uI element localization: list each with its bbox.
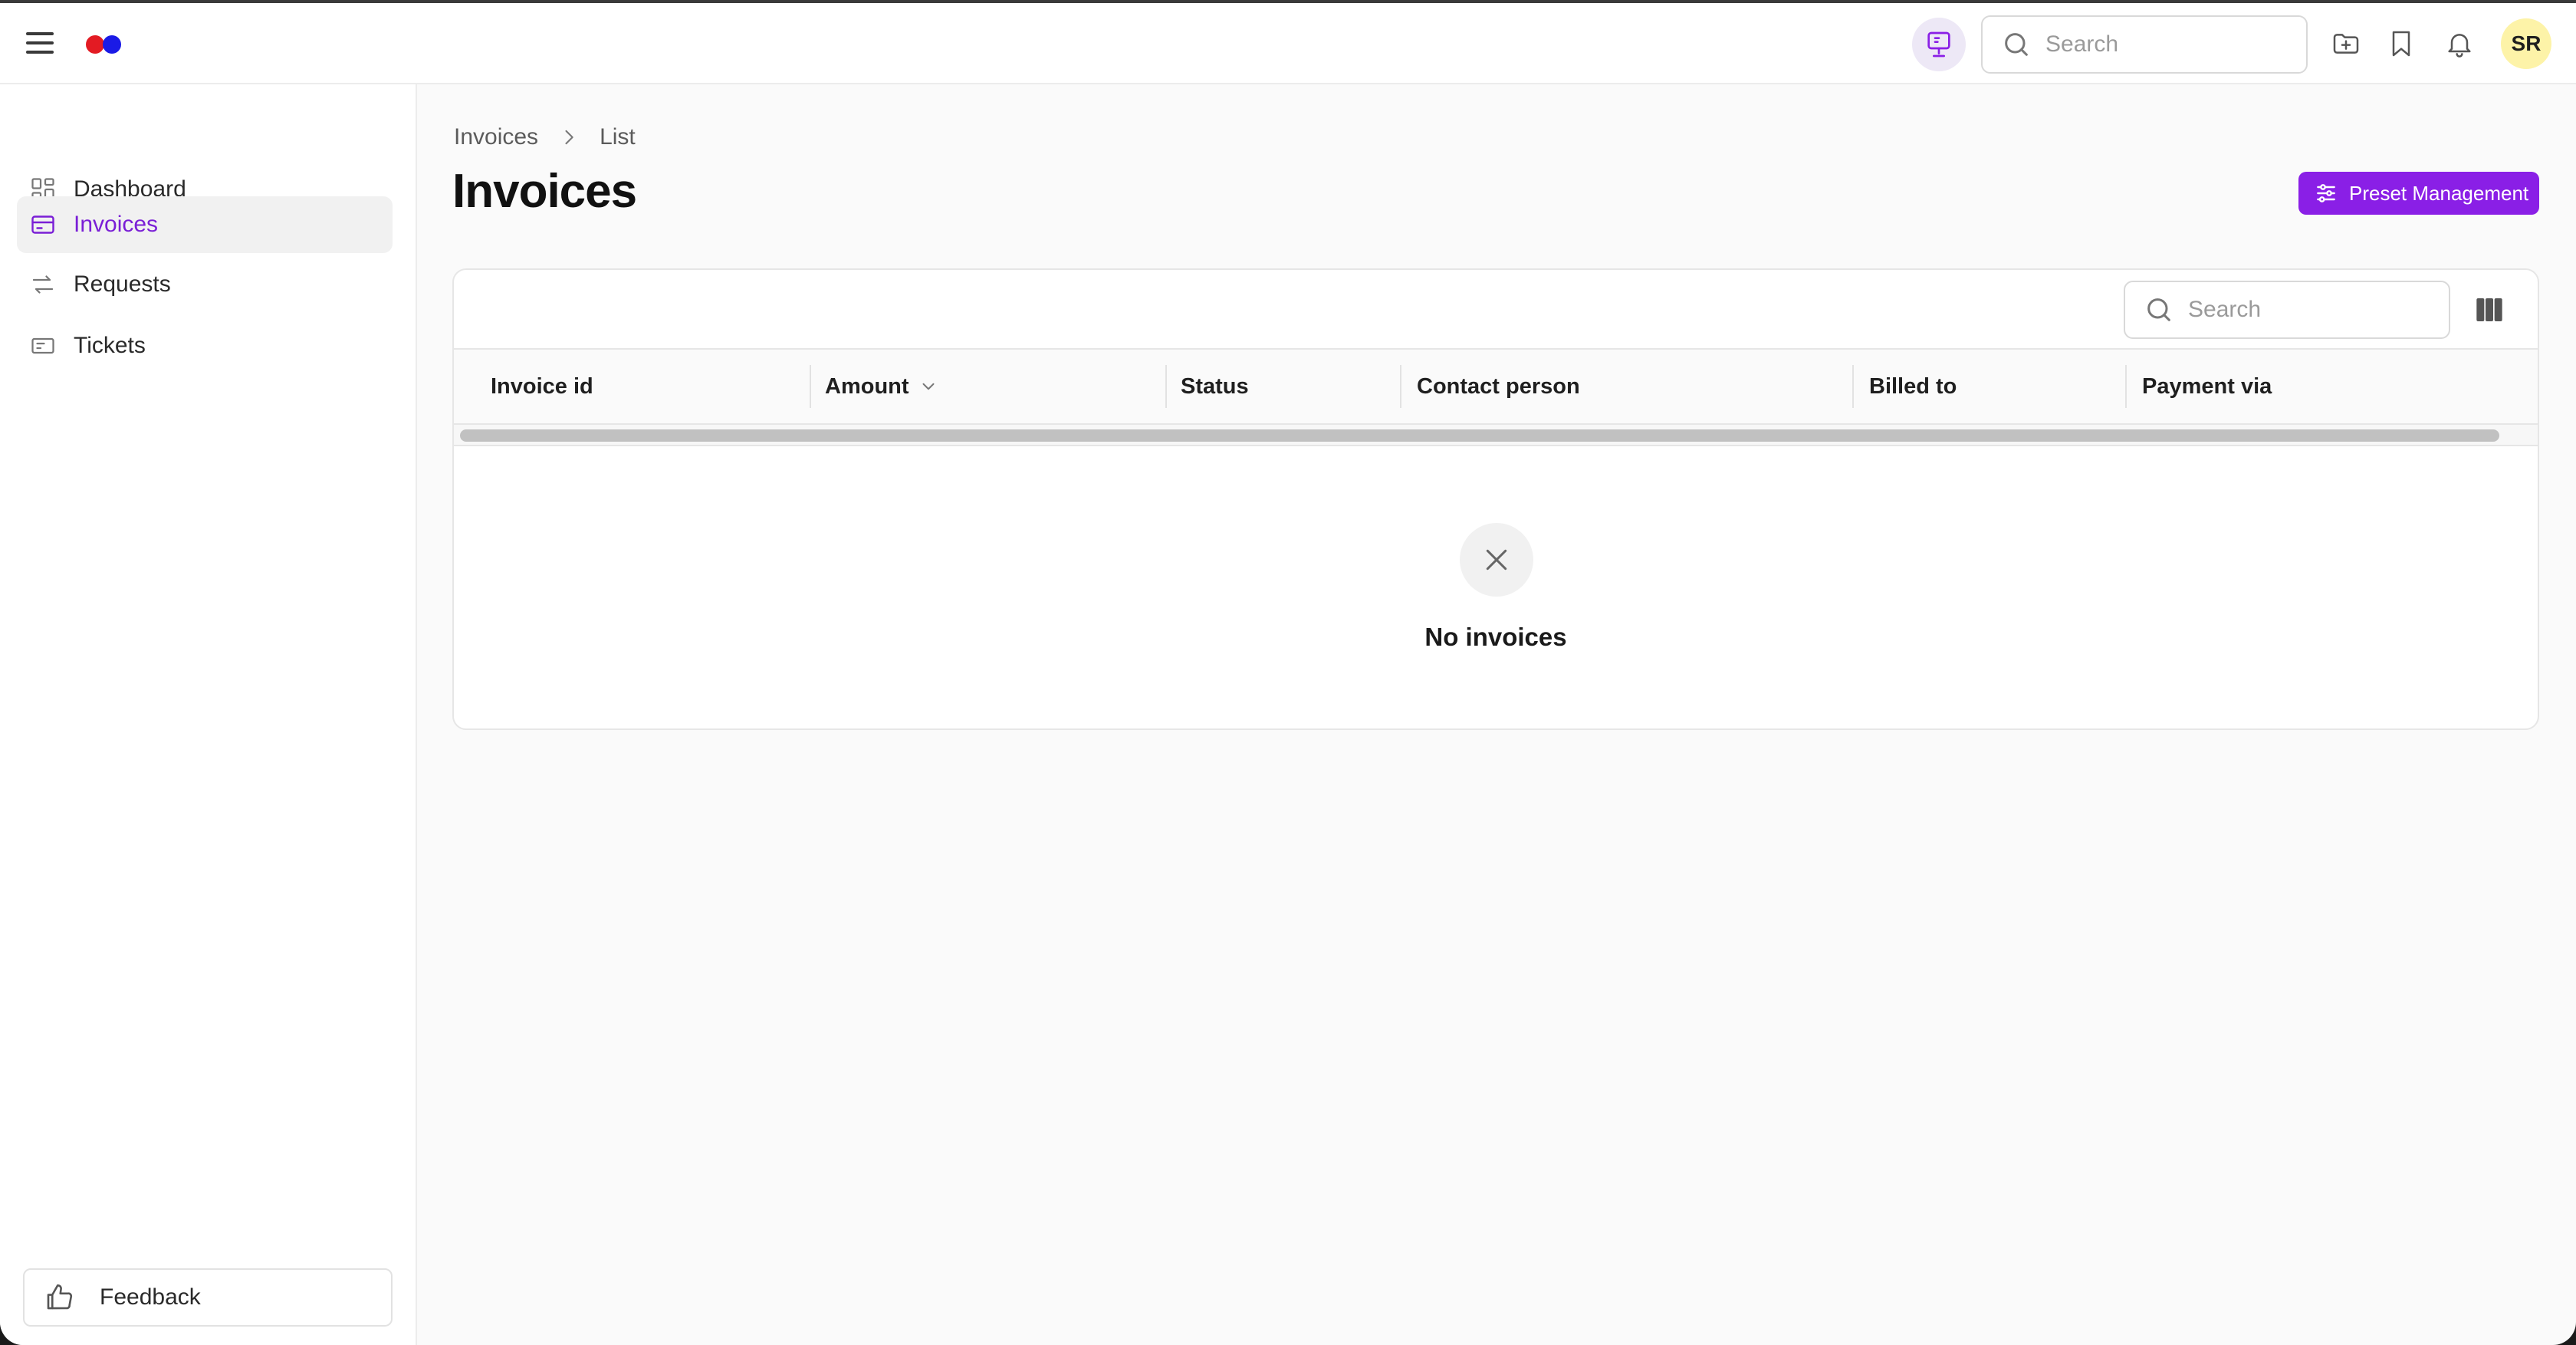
folder-add-icon[interactable] bbox=[2328, 25, 2364, 62]
sidebar-item-requests[interactable]: Requests bbox=[17, 256, 393, 313]
arrows-swap-icon bbox=[32, 275, 54, 294]
page-title: Invoices bbox=[452, 165, 637, 218]
feedback-label: Feedback bbox=[100, 1284, 201, 1310]
user-avatar[interactable]: SR bbox=[2501, 18, 2551, 69]
invoice-icon bbox=[31, 215, 54, 234]
chevron-down-icon[interactable] bbox=[918, 377, 938, 396]
feedback-button[interactable]: Feedback bbox=[23, 1268, 393, 1327]
column-header-label: Payment via bbox=[2142, 373, 2272, 399]
chevron-right-icon bbox=[565, 130, 573, 145]
sidebar-item-label: Invoices bbox=[74, 212, 159, 237]
table-search-input[interactable] bbox=[2188, 297, 2433, 323]
global-search-input[interactable] bbox=[2045, 31, 2291, 58]
empty-state-text: No invoices bbox=[1424, 623, 1567, 651]
ticket-icon bbox=[31, 337, 54, 354]
column-header-label: Amount bbox=[825, 373, 909, 399]
column-header-label: Status bbox=[1181, 373, 1249, 399]
preset-management-label: Preset Management bbox=[2349, 181, 2529, 205]
columns-icon[interactable] bbox=[2473, 294, 2505, 325]
column-header-billed-to[interactable]: Billed to bbox=[1852, 350, 1957, 423]
scrollbar-thumb[interactable] bbox=[460, 429, 2499, 442]
sidebar-item-label: Tickets bbox=[74, 333, 146, 358]
sidebar-item-label: Requests bbox=[74, 271, 171, 297]
close-icon bbox=[1486, 549, 1507, 571]
column-header-label: Invoice id bbox=[491, 373, 593, 399]
table-header-row: Invoice id Amount Status Contact person … bbox=[454, 350, 2538, 423]
column-header-payment-via[interactable]: Payment via bbox=[2125, 350, 2272, 423]
bell-icon[interactable] bbox=[2441, 25, 2478, 62]
column-header-invoice-id[interactable]: Invoice id bbox=[491, 350, 593, 423]
column-header-contact-person[interactable]: Contact person bbox=[1400, 350, 1580, 423]
top-bar: SR bbox=[0, 3, 2576, 84]
empty-state-icon bbox=[1460, 523, 1533, 597]
preset-management-button[interactable]: Preset Management bbox=[2298, 172, 2539, 215]
column-header-label: Billed to bbox=[1869, 373, 1957, 399]
column-header-label: Contact person bbox=[1417, 373, 1580, 399]
column-header-status[interactable]: Status bbox=[1165, 350, 1249, 423]
bookmark-icon[interactable] bbox=[2383, 25, 2420, 62]
sidebar-item-invoices[interactable]: Invoices bbox=[17, 196, 393, 253]
breadcrumb-item-list: List bbox=[600, 124, 636, 150]
thumbs-up-icon bbox=[47, 1284, 73, 1310]
global-search[interactable] bbox=[1981, 15, 2308, 74]
sidebar-item-tickets[interactable]: Tickets bbox=[17, 317, 393, 374]
column-header-amount[interactable]: Amount bbox=[810, 350, 938, 423]
sidebar: Dashboard Invoices Requests Tickets Feed… bbox=[0, 84, 417, 1345]
screen-share-icon[interactable] bbox=[1912, 18, 1966, 71]
brand-logo[interactable] bbox=[86, 35, 124, 54]
invoices-table-card: Invoice id Amount Status Contact person … bbox=[452, 268, 2539, 730]
menu-icon[interactable] bbox=[26, 32, 54, 55]
search-icon bbox=[2147, 298, 2170, 321]
app-window: SR Dashboard Invoices Requests bbox=[0, 0, 2576, 1345]
table-search[interactable] bbox=[2124, 281, 2450, 339]
sliders-icon bbox=[2317, 184, 2335, 202]
breadcrumb-item-invoices[interactable]: Invoices bbox=[454, 124, 538, 150]
search-icon bbox=[2005, 33, 2028, 56]
breadcrumb: Invoices List bbox=[454, 124, 636, 150]
table-toolbar bbox=[454, 270, 2538, 350]
horizontal-scrollbar[interactable] bbox=[454, 423, 2538, 446]
